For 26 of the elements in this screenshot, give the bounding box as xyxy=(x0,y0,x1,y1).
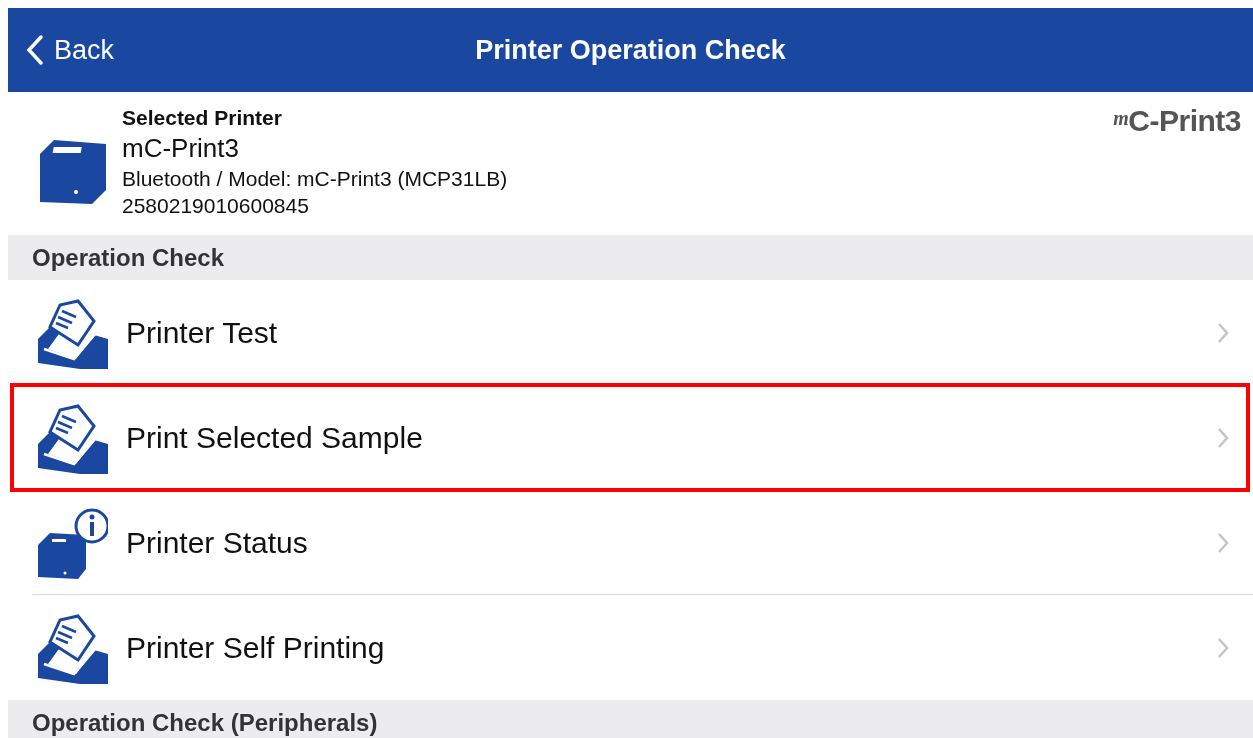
nav-title: Printer Operation Check xyxy=(475,34,786,66)
printer-serial: 2580219010600845 xyxy=(122,194,310,218)
printer-info-icon xyxy=(36,506,108,579)
row-label: Printer Status xyxy=(126,525,309,560)
chevron-icon xyxy=(1217,636,1229,659)
chevron-icon xyxy=(1217,531,1229,554)
logo: $^{m}$C-Print3 xyxy=(1113,104,1241,138)
selected-printer-heading: Selected Printer xyxy=(122,106,283,130)
menu-row[interactable]: Printer Self Printing xyxy=(8,595,1253,700)
menu-row[interactable]: Printer Status xyxy=(8,490,1253,595)
menu-row[interactable]: Printer Test xyxy=(8,280,1253,385)
menu-row[interactable]: Print Selected Sample xyxy=(8,385,1253,490)
row-label: Print Selected Sample xyxy=(126,420,424,455)
row-label: Printer Self Printing xyxy=(126,630,386,665)
back-button[interactable]: Back xyxy=(8,34,115,66)
printer-name: mC-Print3 xyxy=(122,133,240,164)
section-header: Operation Check xyxy=(8,235,1253,280)
row-label: Printer Test xyxy=(126,315,279,350)
section-header: Operation Check (Peripherals) xyxy=(8,700,1253,738)
printing-receipt-icon xyxy=(36,296,108,369)
chevron-icon xyxy=(1217,426,1229,449)
printer-details: Bluetooth / Model: mC-Print3 (MCP31LB) xyxy=(122,167,509,191)
printing-receipt-icon xyxy=(36,611,108,684)
printing-receipt-icon xyxy=(36,401,108,474)
back-chevron-icon xyxy=(26,34,44,66)
chevron-icon xyxy=(1217,321,1229,344)
